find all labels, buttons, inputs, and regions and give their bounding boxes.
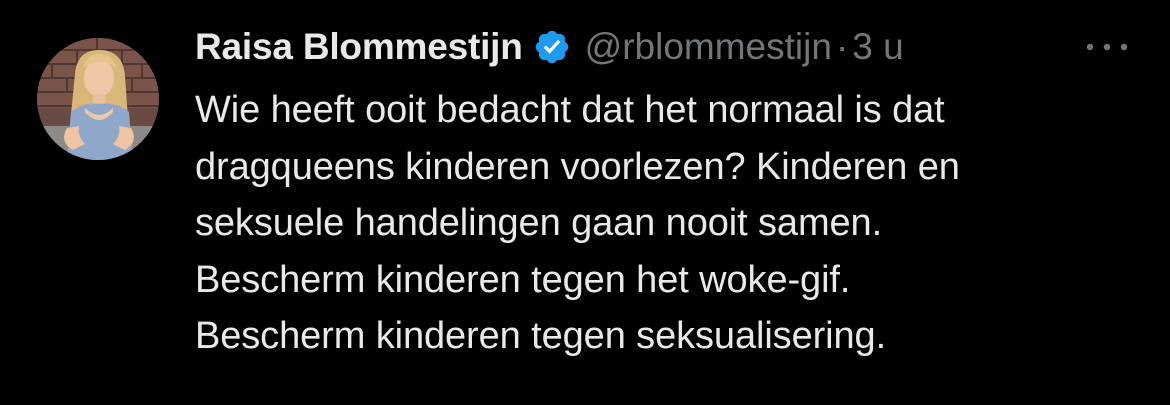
avatar-image	[37, 38, 159, 160]
tweet-header: Raisa Blommestijn @rblommestijn · 3 u	[195, 22, 904, 72]
tweet-text-line: seksuele handelingen gaan nooit samen.	[195, 202, 883, 244]
tweet-text-line: Bescherm kinderen tegen het woke-gif.	[195, 258, 851, 301]
more-options-icon[interactable]	[1082, 32, 1132, 62]
separator-dot: ·	[835, 26, 849, 67]
avatar[interactable]	[37, 38, 159, 160]
verified-badge-icon[interactable]	[533, 28, 571, 66]
tweet[interactable]: Raisa Blommestijn @rblommestijn · 3 u Wi…	[0, 0, 1170, 405]
display-name[interactable]: Raisa Blommestijn	[195, 26, 523, 68]
tweet-text: Wie heeft ooit bedacht dat het normaal i…	[195, 82, 1145, 365]
author-handle[interactable]: @rblommestijn	[585, 26, 832, 68]
timestamp[interactable]: 3 u	[852, 26, 903, 68]
tweet-text-line: Bescherm kinderen tegen seksualisering.	[195, 315, 887, 357]
tweet-text-line: dragqueens kinderen voorlezen? Kinderen …	[195, 145, 960, 188]
tweet-text-line: Wie heeft ooit bedacht dat het normaal i…	[195, 89, 945, 131]
